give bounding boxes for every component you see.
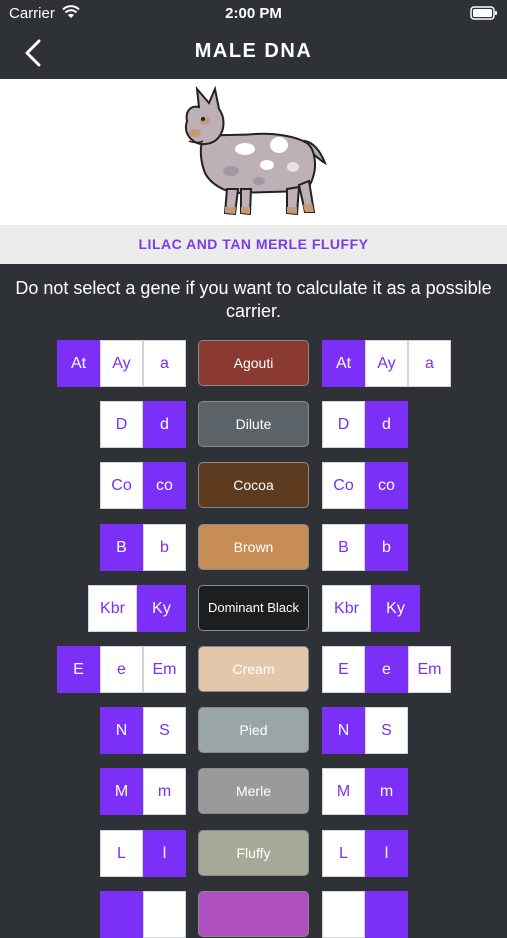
allele-left-brown-0[interactable]: B [100,524,143,571]
allele-right-cream-0[interactable]: E [322,646,365,693]
allele-left-cream-2[interactable]: Em [143,646,186,693]
dog-illustration [184,85,327,216]
allele-left-agouti-1[interactable]: Ay [100,340,143,387]
instruction-text: Do not select a gene if you want to calc… [15,278,492,321]
allele-right-row9-0[interactable] [322,891,365,938]
dog-image-panel [0,79,507,225]
allele-left-cocoa-1[interactable]: co [143,462,186,509]
gene-label-agouti: Agouti [198,340,309,386]
allele-left-dilute-1[interactable]: d [143,401,186,448]
allele-left-dominant-black-0[interactable]: Kbr [88,585,137,632]
allele-left-brown-1[interactable]: b [143,524,186,571]
allele-right-brown-0[interactable]: B [322,524,365,571]
allele-left-cream-0[interactable]: E [57,646,100,693]
allele-right-dilute-1[interactable]: d [365,401,408,448]
allele-right-dilute-0[interactable]: D [322,401,365,448]
allele-right-dominant-black-1[interactable]: Ky [371,585,420,632]
allele-right-brown-1[interactable]: b [365,524,408,571]
allele-left-fluffy-1[interactable]: l [143,830,186,877]
gene-label-cream: Cream [198,646,309,692]
allele-left-pied-1[interactable]: S [143,707,186,754]
gene-label-brown: Brown [198,524,309,570]
navigation-bar: MALE DNA [0,28,507,79]
allele-right-agouti-1[interactable]: Ay [365,340,408,387]
allele-left-merle-0[interactable]: M [100,768,143,815]
dog-color-name: LILAC AND TAN MERLE FLUFFY [0,225,507,264]
allele-right-pied-1[interactable]: S [365,707,408,754]
allele-right-row9-1[interactable] [365,891,408,938]
gene-label-fluffy: Fluffy [198,830,309,876]
allele-left-row9-0[interactable] [100,891,143,938]
allele-right-merle-1[interactable]: m [365,768,408,815]
allele-right-merle-0[interactable]: M [322,768,365,815]
gene-label-dilute: Dilute [198,401,309,447]
allele-left-dilute-0[interactable]: D [100,401,143,448]
allele-left-agouti-2[interactable]: a [143,340,186,387]
allele-left-cocoa-0[interactable]: Co [100,462,143,509]
allele-right-agouti-0[interactable]: At [322,340,365,387]
allele-left-fluffy-0[interactable]: L [100,830,143,877]
allele-left-pied-0[interactable]: N [100,707,143,754]
allele-right-dominant-black-0[interactable]: Kbr [322,585,371,632]
page-title: MALE DNA [194,40,313,62]
allele-left-merle-1[interactable]: m [143,768,186,815]
allele-left-row9-1[interactable] [143,891,186,938]
allele-right-cream-1[interactable]: e [365,646,408,693]
allele-right-agouti-2[interactable]: a [408,340,451,387]
allele-right-cream-2[interactable]: Em [408,646,451,693]
gene-label-dominant-black: Dominant Black [198,585,309,631]
battery-icon [470,6,498,24]
allele-right-fluffy-1[interactable]: l [365,830,408,877]
status-bar: Carrier 2:00 PM [0,0,507,28]
gene-label-pied: Pied [198,707,309,753]
allele-left-dominant-black-1[interactable]: Ky [137,585,186,632]
gene-label-row9 [198,891,309,937]
clock: 2:00 PM [225,5,282,22]
allele-right-pied-0[interactable]: N [322,707,365,754]
allele-left-cream-1[interactable]: e [100,646,143,693]
gene-label-cocoa: Cocoa [198,462,309,508]
allele-right-fluffy-0[interactable]: L [322,830,365,877]
gene-label-merle: Merle [198,768,309,814]
allele-left-agouti-0[interactable]: At [57,340,100,387]
allele-right-cocoa-1[interactable]: co [365,462,408,509]
allele-right-cocoa-0[interactable]: Co [322,462,365,509]
